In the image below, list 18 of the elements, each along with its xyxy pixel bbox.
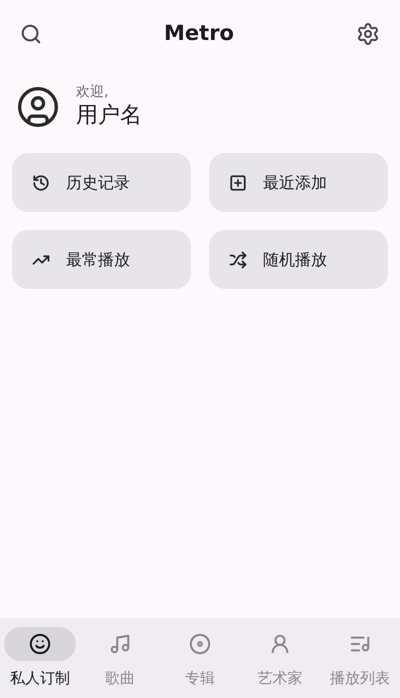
disc-icon: [189, 633, 211, 655]
shortcut-button[interactable]: 最近添加: [209, 153, 388, 212]
settings-icon: [356, 22, 380, 46]
person-icon: [269, 633, 291, 655]
username-text: 用户名: [76, 102, 142, 129]
user-avatar-icon: [16, 84, 60, 128]
shuffle-icon: [229, 250, 247, 268]
nav-tab[interactable]: 私人订制: [0, 627, 80, 698]
app-title: Metro: [164, 20, 234, 48]
shortcut-button[interactable]: 随机播放: [209, 230, 388, 289]
shortcut-button[interactable]: 历史记录: [12, 153, 191, 212]
search-icon: [20, 23, 42, 45]
face-icon: [29, 633, 51, 655]
history-icon: [32, 174, 50, 192]
shortcut-button[interactable]: 最常播放: [12, 230, 191, 289]
greeting-text: 欢迎,: [76, 84, 110, 102]
music-note-icon: [109, 633, 131, 655]
add-square-icon: [229, 174, 247, 192]
